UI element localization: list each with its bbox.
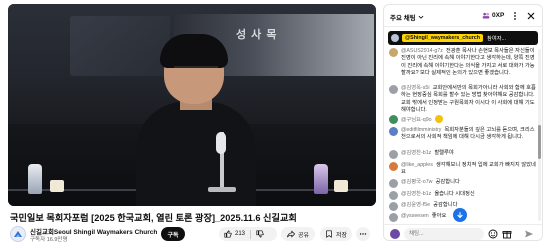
- like-count: 213: [235, 231, 246, 237]
- live-chat-panel: 주요 채팅 0XP @Shingil_waymakers_church 참여자.…: [383, 4, 543, 241]
- avatar: [389, 150, 398, 159]
- chat-username: @김윤영-f5e: [401, 202, 431, 208]
- chat-input[interactable]: [404, 228, 484, 240]
- dislike-button[interactable]: [251, 227, 269, 241]
- like-dislike-group: 213: [219, 227, 277, 241]
- chat-input-row: [384, 224, 542, 240]
- chat-message: @구님요-q9o: [389, 115, 537, 124]
- chat-scrollbar-thumb[interactable]: [538, 125, 541, 159]
- share-button[interactable]: 공유: [281, 227, 315, 241]
- chat-message: @editfilmministry 목회자분들의 깊은 고뇌를 듣으며, 크리스천…: [389, 127, 537, 142]
- chat-message: @김영찬-b1z 옳습니다 시대정신: [389, 191, 537, 200]
- chat-username: @김영찬-b1z: [401, 191, 432, 197]
- chat-username: @ASUS2914-g7z: [401, 48, 443, 54]
- save-label: 저장: [335, 232, 348, 239]
- menu-icon[interactable]: [510, 11, 520, 21]
- chat-text: 좋아요: [431, 213, 447, 219]
- speaker-hair: [160, 34, 228, 68]
- chat-username: @ysseesen: [401, 213, 429, 219]
- avatar: [389, 162, 398, 171]
- channel-avatar[interactable]: [10, 226, 26, 242]
- chat-username: @김영찬-b1z: [401, 150, 432, 156]
- avatar: [389, 213, 398, 222]
- water-bottle-right: [314, 164, 328, 194]
- save-icon: [326, 230, 332, 238]
- banner-text: 성 사 목: [236, 29, 278, 41]
- chat-username: @like_apples: [401, 162, 433, 168]
- speaker-body: [136, 102, 256, 206]
- close-icon[interactable]: [526, 11, 536, 21]
- chat-username: @김평국-o7w: [401, 179, 433, 185]
- chat-message: @김영찬-b1z 할렐루야: [389, 150, 537, 159]
- more-icon: [359, 233, 367, 235]
- thumbs-down-icon: [256, 230, 264, 238]
- cup-left: [50, 180, 64, 192]
- chat-text: 할렐루야: [434, 150, 454, 156]
- more-actions-button[interactable]: [356, 227, 370, 241]
- chat-header: 주요 채팅 0XP: [384, 5, 542, 27]
- stage-screen: [70, 16, 170, 76]
- chat-mode-dropdown[interactable]: 주요 채팅: [390, 12, 424, 22]
- like-button[interactable]: 213: [219, 227, 250, 241]
- save-button[interactable]: 저장: [320, 227, 352, 241]
- viewer-count: 0XP: [482, 12, 504, 19]
- avatar: [390, 229, 400, 239]
- avatar: [389, 191, 398, 200]
- chat-message: @ASUS2914-g7z 전광훈 목사나 손현보 목사들은 자신들이 진영이 아…: [389, 48, 537, 78]
- chat-username: @editfilmministry: [401, 127, 442, 133]
- chat-message: @김평국-o7w 공감합니다: [389, 179, 537, 188]
- chat-username: @김영옥-s5i: [401, 85, 430, 91]
- avatar: [389, 85, 398, 94]
- share-icon: [287, 230, 295, 238]
- avatar: [389, 115, 398, 124]
- video-player[interactable]: 성 사 목: [8, 4, 376, 206]
- pinned-avatar: [391, 34, 399, 42]
- gift-icon[interactable]: [502, 229, 512, 239]
- chat-text: 옳습니다 시대정신: [434, 191, 475, 197]
- avatar: [389, 127, 398, 136]
- pinned-username: @Shingil_waymakers_church: [402, 34, 483, 42]
- emoji-icon[interactable]: [488, 229, 498, 239]
- viewers-icon: [482, 12, 490, 19]
- channel-logo-icon: [14, 231, 22, 237]
- video-title: 국민일보 목회자포럼 [2025 한국교회, 열린 토론 광장]_2025.11…: [10, 213, 297, 223]
- speaker-glasses: [174, 66, 218, 74]
- avatar: [389, 202, 398, 211]
- chat-username: @구님요-q9o: [401, 117, 432, 123]
- chat-message: @김영옥-s5i 교회안에서만의 목회가아니라 사회와 함께 호흡하는 현장중심 …: [389, 85, 537, 115]
- cup-right: [334, 180, 348, 192]
- chat-message: @like_apples 생각해보니 정치적 입에 교회가 빠지지 않았네요: [389, 162, 537, 177]
- subscriber-count: 구독자 16.9만명: [30, 237, 68, 243]
- thumbs-up-icon: [224, 230, 232, 238]
- chat-mode-label: 주요 채팅: [390, 15, 416, 22]
- water-bottle-left: [28, 164, 42, 194]
- pinned-message[interactable]: @Shingil_waymakers_church 참여자...: [388, 31, 538, 45]
- microphone: [216, 132, 226, 154]
- viewer-count-label: 0XP: [492, 12, 505, 19]
- send-icon[interactable]: [524, 229, 534, 239]
- chat-text: 공감합니다: [435, 179, 460, 185]
- chat-text: 공감합니다: [433, 202, 458, 208]
- pinned-text: 참여자...: [486, 36, 506, 42]
- smile-emoji-icon: [434, 115, 443, 123]
- chevron-down-icon: [418, 15, 424, 19]
- jump-to-latest-button[interactable]: [453, 208, 467, 222]
- subscribe-button[interactable]: 구독: [161, 227, 185, 241]
- microphone-base: [208, 187, 236, 192]
- arrow-down-icon: [457, 212, 463, 219]
- avatar: [389, 179, 398, 188]
- share-label: 공유: [297, 232, 310, 239]
- avatar: [389, 48, 398, 57]
